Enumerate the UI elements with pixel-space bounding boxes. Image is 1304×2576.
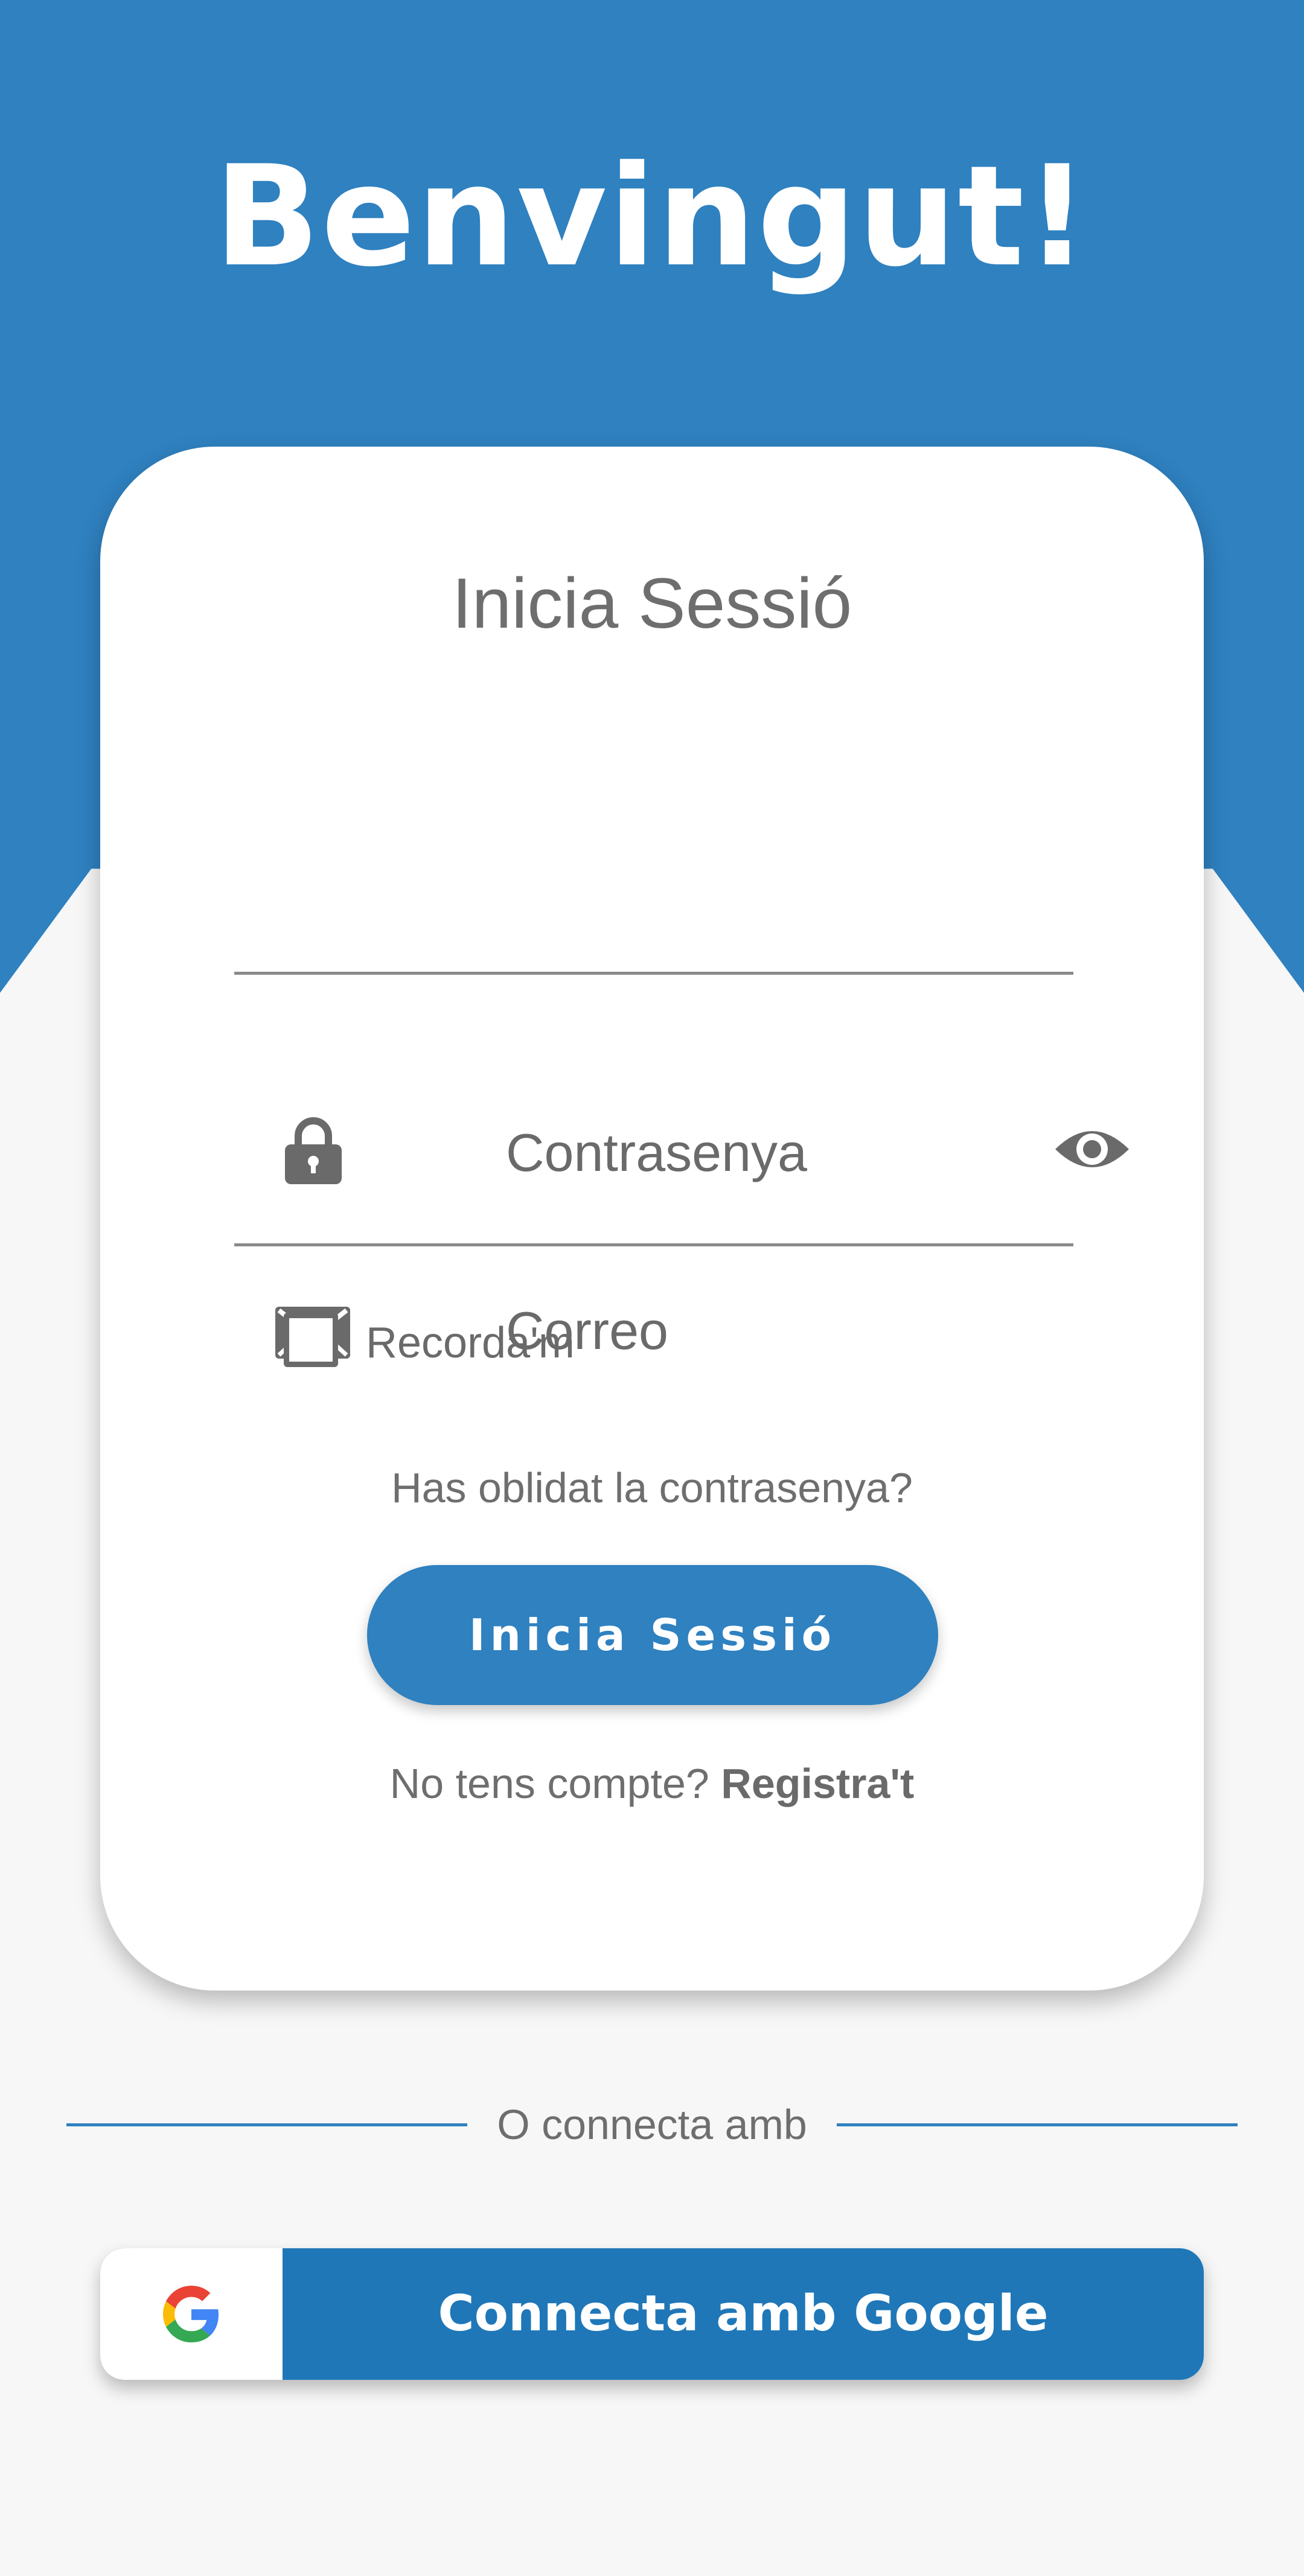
welcome-title: Benvingut!: [214, 136, 1090, 298]
forgot-password-link[interactable]: Has oblidat la contrasenya?: [0, 1461, 1304, 1515]
lock-icon: [285, 1117, 342, 1184]
google-logo-container: [100, 2248, 283, 2380]
google-g-icon: [163, 2286, 219, 2342]
card-title: Inicia Sessió: [452, 564, 852, 643]
signup-prompt: No tens compte? Registra't: [0, 1756, 1304, 1811]
divider-right-line: [837, 2123, 1238, 2126]
remember-me-label: Recorda'm: [366, 1319, 575, 1367]
eye-icon[interactable]: [1054, 1124, 1130, 1175]
signup-link[interactable]: Registra't: [721, 1760, 914, 1807]
password-underline: [234, 1243, 1073, 1246]
google-button-label: Connecta amb Google: [438, 2285, 1049, 2342]
password-input[interactable]: Contrasenya: [506, 1123, 807, 1183]
email-underline: [234, 972, 1073, 975]
remember-me-checkbox[interactable]: [284, 1313, 338, 1367]
login-button[interactable]: Inicia Sessió: [367, 1565, 938, 1705]
google-signin-button[interactable]: Connecta amb Google: [100, 2248, 1204, 2380]
login-card: Inicia Sessió Correo Contrasenya Recorda…: [100, 447, 1204, 1991]
signup-prompt-text: No tens compte?: [389, 1760, 709, 1807]
